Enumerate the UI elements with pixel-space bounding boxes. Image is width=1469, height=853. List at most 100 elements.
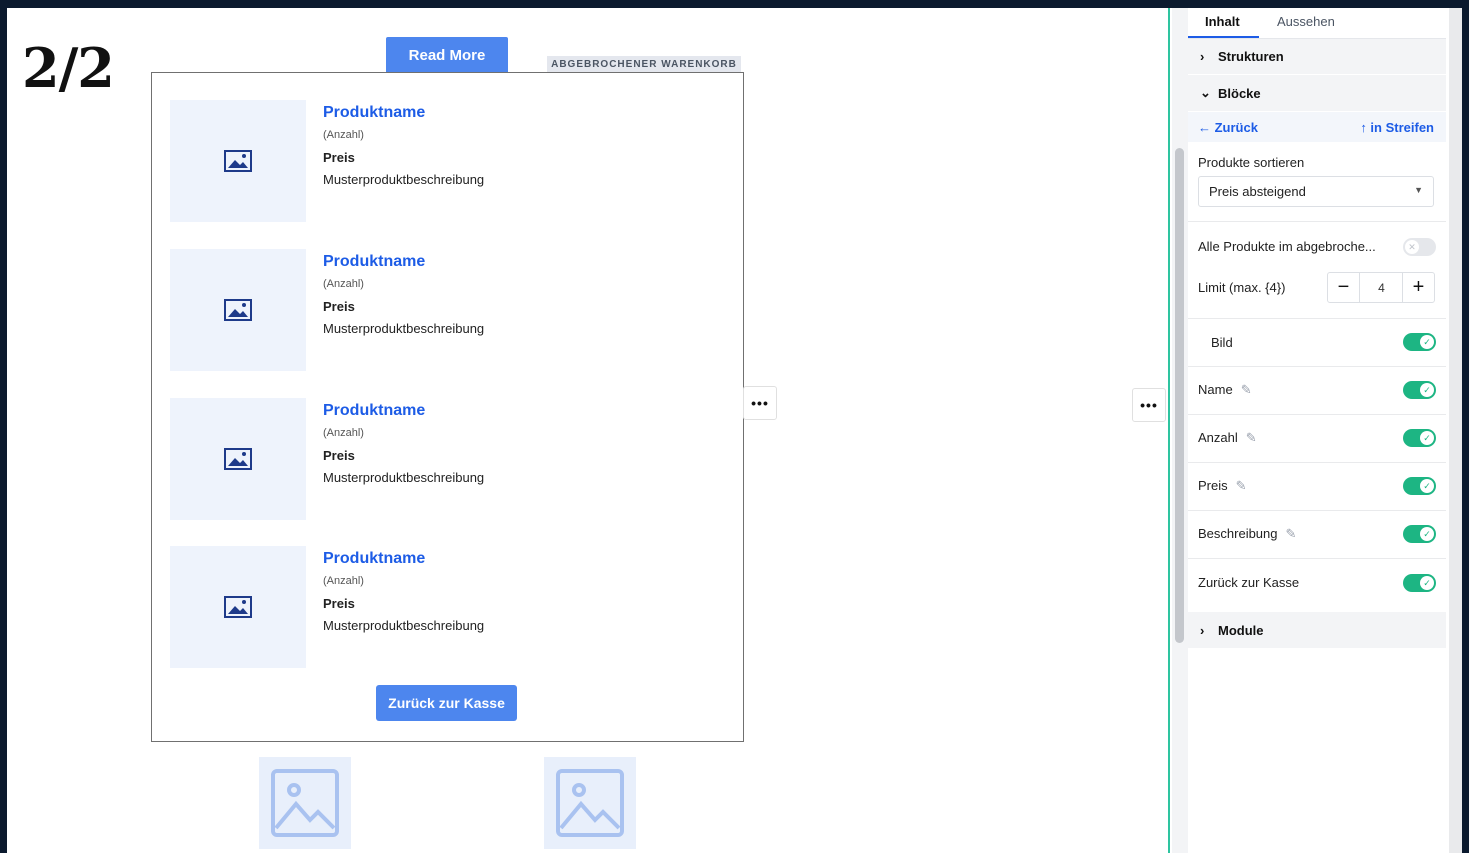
back-to-checkout-button[interactable]: Zurück zur Kasse xyxy=(376,685,517,721)
toggle-label-anzahl: Anzahl ✎ xyxy=(1198,430,1257,446)
abandoned-cart-block[interactable]: Produktname (Anzahl) Preis Musterprodukt… xyxy=(151,72,744,742)
image-placeholder[interactable] xyxy=(259,757,351,849)
panel-tabs: Inhalt Aussehen xyxy=(1188,8,1446,39)
chevron-down-icon: ⌄ xyxy=(1200,85,1211,100)
product-price: Preis xyxy=(323,299,355,314)
toggle-preis[interactable]: ✓ xyxy=(1403,477,1436,495)
product-item[interactable]: Produktname (Anzahl) Preis Musterprodukt… xyxy=(170,398,710,520)
divider xyxy=(1188,462,1446,463)
divider xyxy=(1188,414,1446,415)
product-name[interactable]: Produktname xyxy=(323,402,425,420)
product-name[interactable]: Produktname xyxy=(323,253,425,271)
pencil-icon[interactable]: ✎ xyxy=(1241,382,1252,398)
pencil-icon[interactable]: ✎ xyxy=(1286,526,1297,542)
sort-label: Produkte sortieren xyxy=(1198,155,1305,170)
section-label: Strukturen xyxy=(1218,49,1284,64)
product-description: Musterproduktbeschreibung xyxy=(323,321,485,336)
product-item[interactable]: Produktname (Anzahl) Preis Musterprodukt… xyxy=(170,249,710,371)
toggle-label-name: Name ✎ xyxy=(1198,382,1252,398)
product-description: Musterproduktbeschreibung xyxy=(323,618,485,633)
toggle-label-preis: Preis ✎ xyxy=(1198,478,1247,494)
panel-scrollbar[interactable] xyxy=(1449,8,1462,853)
settings-panel: Inhalt Aussehen › Strukturen ⌄ Blöcke ← … xyxy=(1188,8,1446,853)
check-icon: ✓ xyxy=(1420,479,1434,493)
read-more-button[interactable]: Read More xyxy=(386,37,508,73)
product-qty: (Anzahl) xyxy=(323,427,364,439)
check-icon: ✓ xyxy=(1420,383,1434,397)
divider xyxy=(1188,558,1446,559)
limit-label: Limit (max. {4}) xyxy=(1198,280,1286,295)
image-icon xyxy=(556,769,624,837)
all-products-toggle[interactable]: ✕ xyxy=(1403,238,1436,256)
section-tag: ABGEBROCHENER WARENKORB xyxy=(547,56,741,72)
divider xyxy=(1188,510,1446,511)
limit-value[interactable]: 4 xyxy=(1360,281,1403,295)
to-stripe-link[interactable]: ↑ in Streifen xyxy=(1360,120,1434,135)
divider xyxy=(1188,366,1446,367)
divider xyxy=(1188,221,1446,222)
back-link[interactable]: ← Zurück xyxy=(1198,120,1258,135)
step-indicator: 2/2 xyxy=(22,36,115,100)
x-icon: ✕ xyxy=(1405,240,1419,254)
product-image-placeholder xyxy=(170,100,306,222)
toggle-anzahl[interactable]: ✓ xyxy=(1403,429,1436,447)
chevron-right-icon: › xyxy=(1200,622,1205,638)
toggle-beschreibung[interactable]: ✓ xyxy=(1403,525,1436,543)
product-item[interactable]: Produktname (Anzahl) Preis Musterprodukt… xyxy=(170,100,710,222)
product-name[interactable]: Produktname xyxy=(323,104,425,122)
more-options-icon[interactable]: ••• xyxy=(1132,388,1166,422)
section-modules[interactable]: › Module xyxy=(1188,612,1446,648)
editor-frame: 2/2 Read More ABGEBROCHENER WARENKORB Pr… xyxy=(7,8,1462,853)
sort-select-value: Preis absteigend xyxy=(1209,184,1306,199)
toggle-bild[interactable]: ✓ xyxy=(1403,333,1436,351)
divider xyxy=(1188,318,1446,319)
section-label: Module xyxy=(1218,622,1264,638)
section-label: Blöcke xyxy=(1218,85,1261,101)
image-icon xyxy=(224,299,252,321)
pencil-icon[interactable]: ✎ xyxy=(1246,430,1257,446)
tab-aussehen[interactable]: Aussehen xyxy=(1277,14,1335,29)
product-qty: (Anzahl) xyxy=(323,278,364,290)
product-image-placeholder xyxy=(170,398,306,520)
check-icon: ✓ xyxy=(1420,576,1434,590)
limit-stepper[interactable]: − 4 + xyxy=(1327,272,1435,303)
more-options-icon[interactable]: ••• xyxy=(743,386,777,420)
toggle-label-bild: Bild xyxy=(1211,335,1233,350)
canvas-scrollbar-thumb[interactable] xyxy=(1175,148,1184,643)
product-price: Preis xyxy=(323,448,355,463)
panel-divider xyxy=(1168,8,1170,853)
image-icon xyxy=(224,150,252,172)
toggle-name[interactable]: ✓ xyxy=(1403,381,1436,399)
product-item[interactable]: Produktname (Anzahl) Preis Musterprodukt… xyxy=(170,546,710,668)
check-icon: ✓ xyxy=(1420,527,1434,541)
plus-icon[interactable]: + xyxy=(1402,273,1434,302)
product-image-placeholder xyxy=(170,249,306,371)
check-icon: ✓ xyxy=(1420,431,1434,445)
product-price: Preis xyxy=(323,150,355,165)
all-products-label: Alle Produkte im abgebroche... xyxy=(1198,239,1376,254)
product-description: Musterproduktbeschreibung xyxy=(323,172,485,187)
tab-inhalt[interactable]: Inhalt xyxy=(1205,14,1240,29)
product-name[interactable]: Produktname xyxy=(323,550,425,568)
product-image-placeholder xyxy=(170,546,306,668)
section-structures[interactable]: › Strukturen xyxy=(1188,39,1446,74)
block-navigation: ← Zurück ↑ in Streifen xyxy=(1188,112,1446,142)
chevron-right-icon: › xyxy=(1200,49,1205,64)
image-icon xyxy=(224,448,252,470)
toggle-label-beschreibung: Beschreibung ✎ xyxy=(1198,526,1297,542)
check-icon: ✓ xyxy=(1420,335,1434,349)
section-blocks[interactable]: ⌄ Blöcke xyxy=(1188,75,1446,111)
pencil-icon[interactable]: ✎ xyxy=(1236,478,1247,494)
image-placeholder[interactable] xyxy=(544,757,636,849)
image-icon xyxy=(224,596,252,618)
product-qty: (Anzahl) xyxy=(323,129,364,141)
minus-icon[interactable]: − xyxy=(1328,273,1360,302)
active-tab-indicator xyxy=(1188,36,1259,38)
toggle-checkout[interactable]: ✓ xyxy=(1403,574,1436,592)
product-qty: (Anzahl) xyxy=(323,575,364,587)
caret-down-icon: ▼ xyxy=(1414,185,1423,195)
image-icon xyxy=(271,769,339,837)
toggle-label-checkout: Zurück zur Kasse xyxy=(1198,575,1300,590)
product-description: Musterproduktbeschreibung xyxy=(323,470,485,485)
sort-select[interactable]: Preis absteigend ▼ xyxy=(1198,176,1434,207)
